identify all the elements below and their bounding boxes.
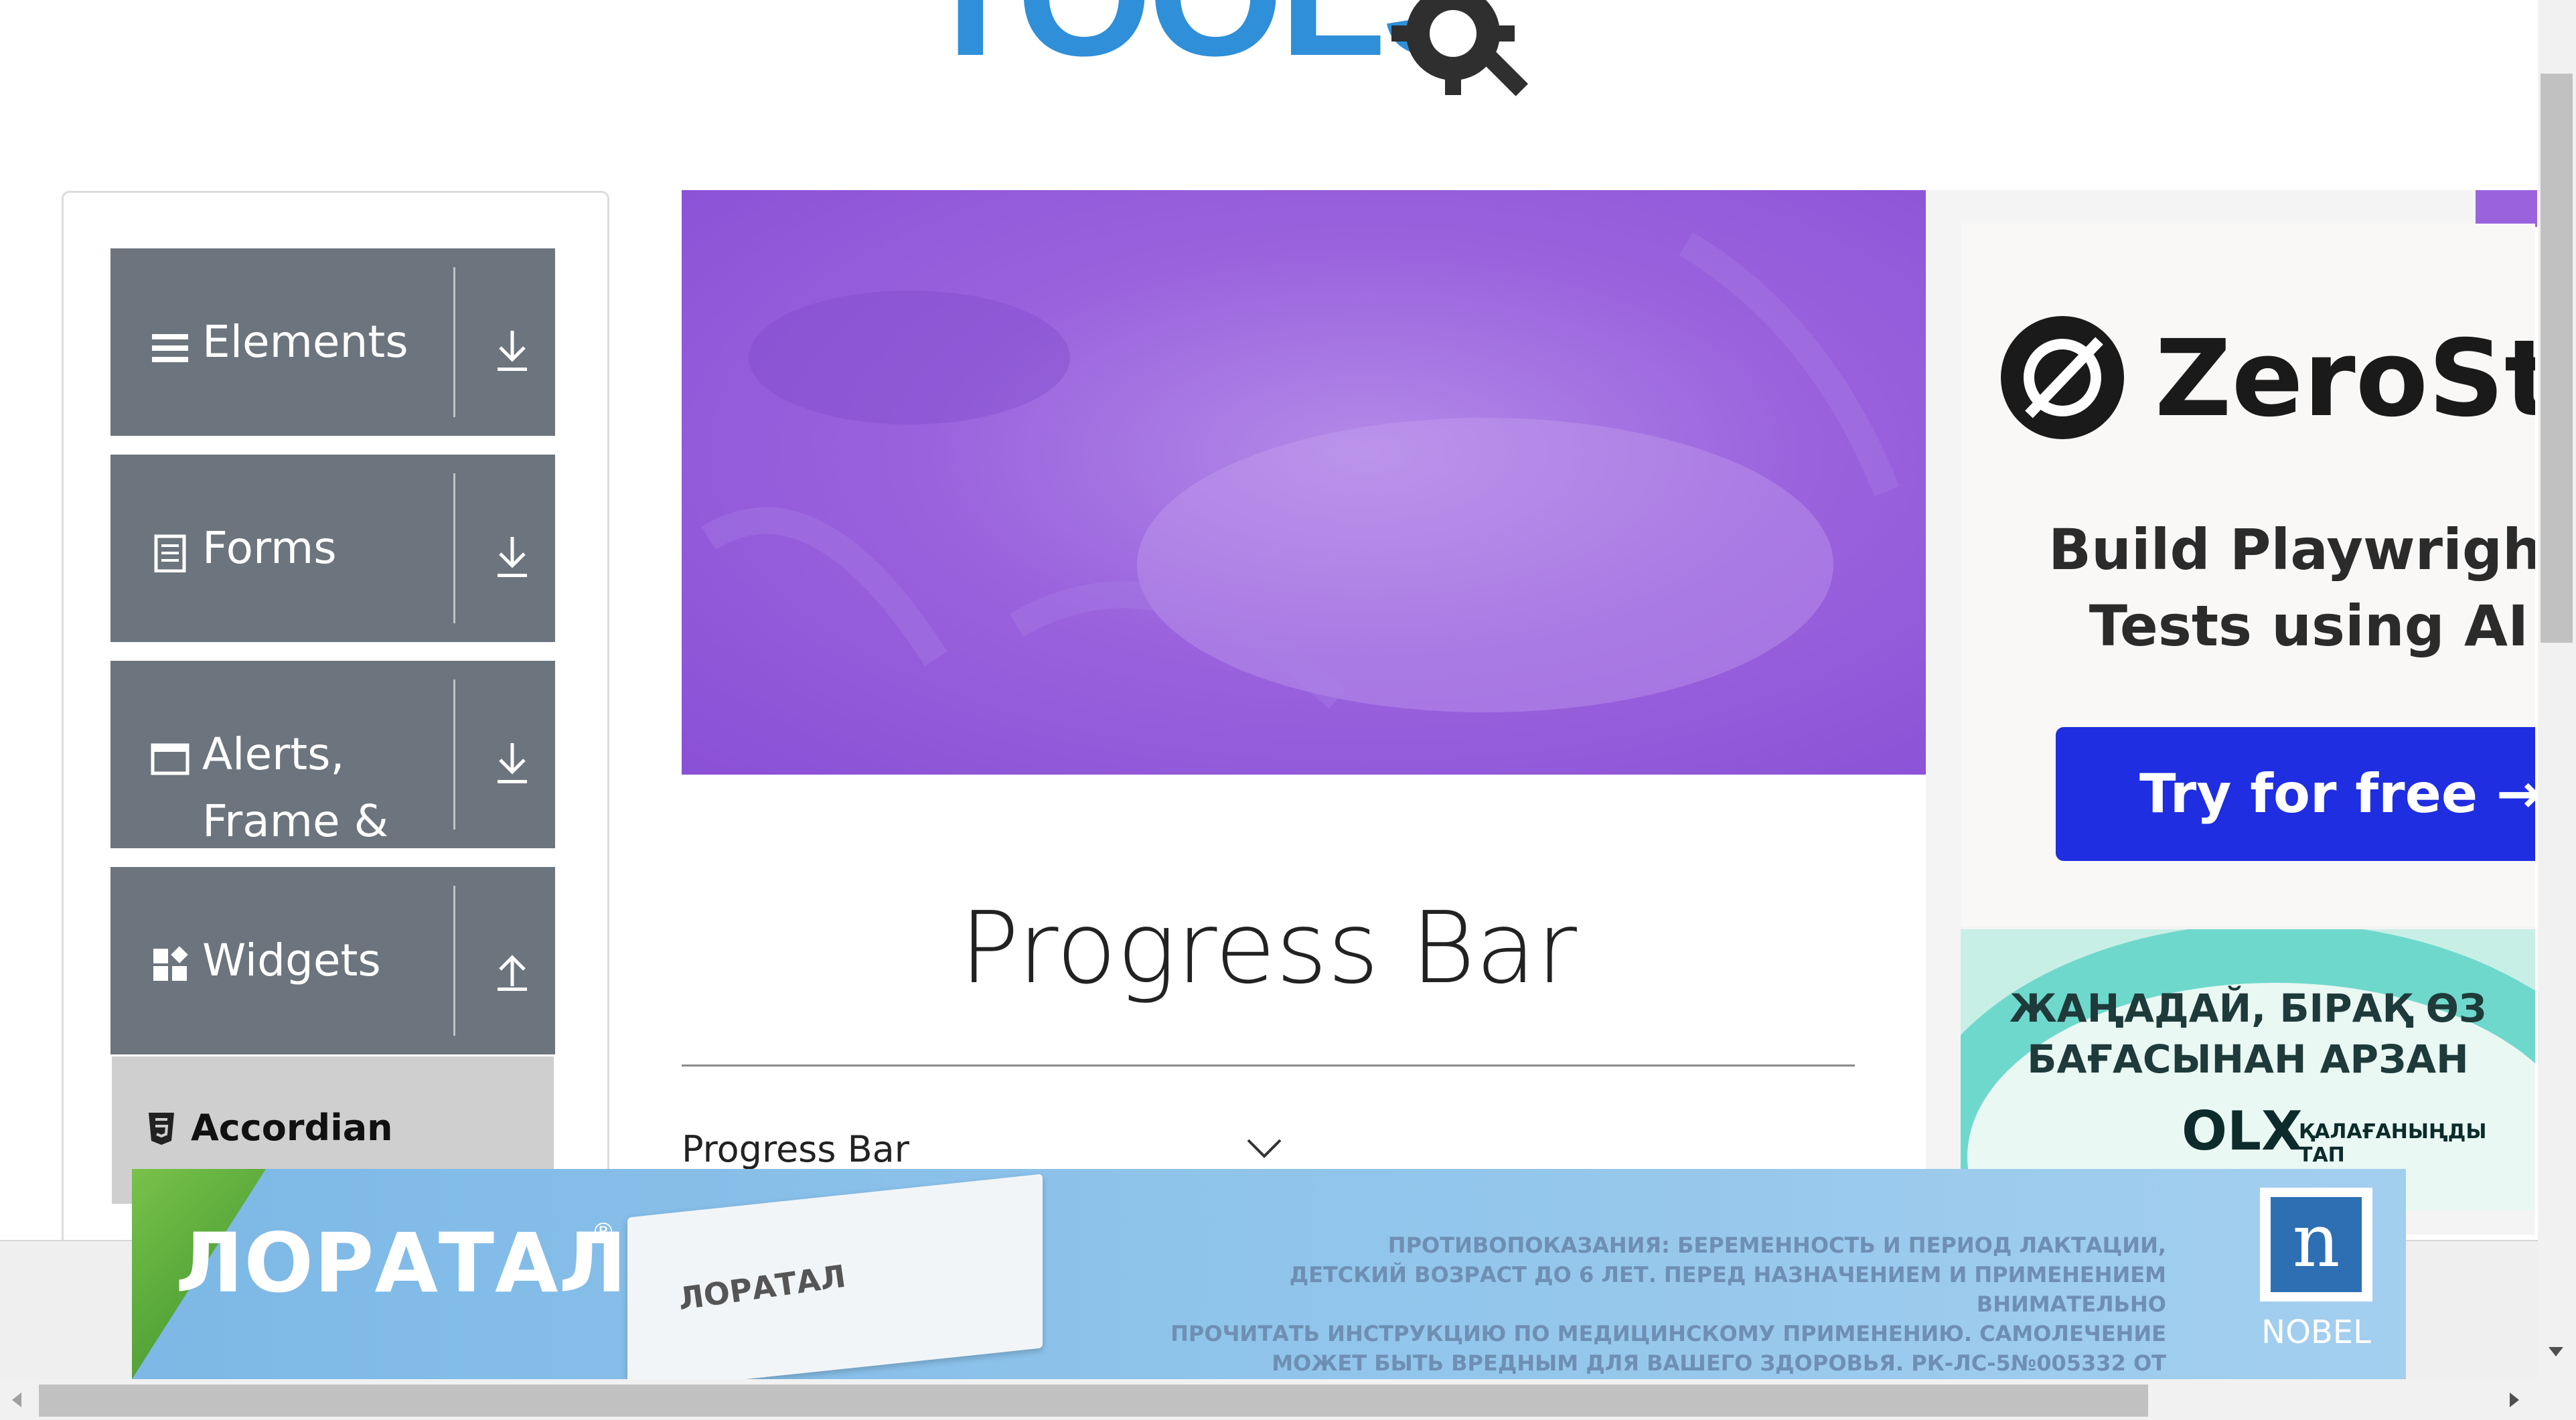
section-toggle-progress-bar[interactable]: Progress Bar: [682, 1128, 909, 1170]
ad-brand: ЛОРАТАЛ: [175, 1216, 627, 1311]
divider: [453, 267, 455, 417]
ad-headline: ЖАҢАДАЙ, БІРАҚ ӨЗ БАҒАСЫНАН АРЗАН: [2009, 985, 2487, 1082]
nobel-mark: n: [2271, 1197, 2362, 1292]
scroll-left-icon[interactable]: [12, 1393, 21, 1407]
hero-banner[interactable]: [682, 190, 1926, 775]
svg-text:TOOLS: TOOLS: [917, 0, 1494, 92]
widgets-icon: [153, 946, 188, 981]
sidebar-group-label: Widgets: [202, 935, 381, 986]
chevron-down-icon[interactable]: [1245, 1136, 1283, 1160]
download-arrow-icon[interactable]: [492, 327, 532, 374]
zerostep-logo-icon: [2001, 316, 2124, 439]
sidebar-group-label: Elements: [202, 316, 408, 368]
upload-arrow-icon[interactable]: [492, 946, 532, 993]
ad-tagline: Build Playwright Tests using AI: [2048, 517, 2535, 659]
vertical-scrollbar-thumb[interactable]: [2541, 74, 2573, 643]
olx-ad[interactable]: ЖАҢАДАЙ, БІРАҚ ӨЗ БАҒАСЫНАН АРЗАН OLX ҚА…: [1961, 929, 2535, 1210]
sidebar-item-label: Accordian: [191, 1107, 393, 1149]
nobel-logo: n NOBEL: [2260, 1188, 2372, 1355]
ad-brand: ZeroSte: [2155, 317, 2535, 441]
divider: [453, 886, 455, 1036]
olx-logo: OLX: [2182, 1100, 2303, 1162]
banner-pattern: [701, 232, 1900, 712]
scroll-down-icon[interactable]: [2549, 1347, 2563, 1356]
scroll-right-icon[interactable]: [2510, 1393, 2519, 1407]
window-icon: [151, 743, 190, 775]
download-arrow-icon[interactable]: [492, 740, 532, 787]
banner-edge: [2476, 190, 2537, 227]
loratal-ad[interactable]: ЛОРАТАЛ ® ЛОРАТАЛ ПРОТИВОПОКАЗАНИЯ: БЕРЕ…: [132, 1169, 2406, 1379]
sidebar-group-widgets[interactable]: Widgets: [110, 867, 555, 1054]
divider: [453, 473, 455, 623]
ad-tag: ҚАЛАҒАНЫҢДЫ ТАП: [2299, 1120, 2487, 1167]
registered-mark: ®: [591, 1218, 615, 1246]
ad-disclaimer: ПРОТИВОПОКАЗАНИЯ: БЕРЕМЕННОСТЬ И ПЕРИОД …: [1170, 1233, 2166, 1376]
try-for-free-button[interactable]: Try for free →: [2056, 727, 2535, 861]
toolsqa-logo[interactable]: TOOLS A: [917, 0, 1654, 114]
horizontal-scrollbar-thumb[interactable]: [39, 1385, 2148, 1417]
svg-text:A: A: [1507, 0, 1613, 31]
page: TOOLS A Elements Forms: [0, 0, 2576, 1420]
sidebar-group-forms[interactable]: Forms: [110, 455, 555, 642]
nobel-text: NOBEL: [2261, 1314, 2371, 1351]
divider: [453, 680, 455, 830]
download-arrow-icon[interactable]: [492, 534, 532, 580]
sidebar-group-alerts-frame-windows[interactable]: Alerts, Frame & Windows: [110, 661, 555, 914]
page-title: Progress Bar: [960, 890, 1577, 1006]
document-icon: [154, 534, 186, 572]
sidebar-group-label: Forms: [202, 522, 337, 574]
hamburger-icon: [152, 334, 188, 362]
divider: [682, 1064, 1855, 1067]
zerostep-ad[interactable]: ZeroSte Build Playwright Tests using AI …: [1961, 224, 2535, 927]
sidebar-group-elements[interactable]: Elements: [110, 248, 555, 436]
html5-icon: [149, 1113, 174, 1145]
